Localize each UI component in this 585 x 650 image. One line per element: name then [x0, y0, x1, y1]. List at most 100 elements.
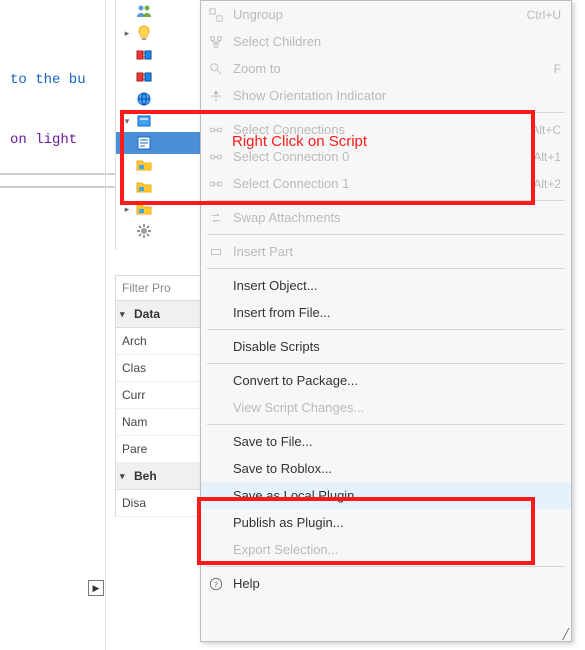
part-blue-icon [136, 113, 152, 129]
menu-item[interactable]: Insert Object... [201, 272, 571, 299]
help-icon: ? [207, 575, 225, 593]
menu-item: Select Connections Alt+C [201, 116, 571, 143]
conn-icon [207, 121, 225, 139]
insertpart-icon [207, 243, 225, 261]
blank-icon [207, 277, 225, 295]
menu-item-label: Save to Roblox... [233, 461, 553, 476]
menu-item[interactable]: Save to Roblox... [201, 455, 571, 482]
chevron-down-icon[interactable]: ▾ [122, 116, 132, 126]
menu-item[interactable]: Disable Scripts [201, 333, 571, 360]
menu-item-label: Help [233, 576, 553, 591]
children-icon [207, 33, 225, 51]
menu-item: Select Connection 1 Alt+2 [201, 170, 571, 197]
menu-separator [207, 329, 565, 330]
svg-text:?: ? [214, 579, 218, 589]
bulb-icon [136, 25, 152, 41]
menu-item-label: Insert Part [233, 244, 553, 259]
property-label: Nam [122, 415, 147, 429]
menu-item: View Script Changes... [201, 394, 571, 421]
chevron-right-icon[interactable]: ▸ [122, 204, 132, 214]
panel-expand-button[interactable]: ▶ [88, 580, 104, 596]
menu-separator [207, 268, 565, 269]
section-label: Beh [134, 469, 157, 483]
menu-item-label: View Script Changes... [233, 400, 553, 415]
menu-item: Zoom toF [201, 55, 571, 82]
menu-item[interactable]: Publish as Plugin... [201, 509, 571, 536]
menu-item-label: Swap Attachments [233, 210, 553, 225]
blank-icon [207, 304, 225, 322]
menu-item-label: Insert Object... [233, 278, 553, 293]
menu-item-label: Save as Local Plugin... [233, 488, 553, 503]
menu-item-label: Select Connections [233, 122, 523, 137]
code-token: on light [10, 132, 86, 148]
people-icon [136, 3, 152, 19]
part-red-icon [136, 47, 152, 63]
menu-item-shortcut: Alt+1 [533, 150, 561, 164]
menu-item: Show Orientation Indicator [201, 82, 571, 109]
menu-item[interactable]: Insert from File... [201, 299, 571, 326]
menu-item-label: Show Orientation Indicator [233, 88, 553, 103]
menu-item-shortcut: Ctrl+U [527, 8, 561, 22]
code-token: to the bu [10, 72, 86, 88]
menu-item-label: Export Selection... [233, 542, 553, 557]
blank-icon [207, 514, 225, 532]
ungroup-icon [207, 6, 225, 24]
property-label: Pare [122, 442, 147, 456]
blank-icon [207, 338, 225, 356]
chevron-right-icon[interactable]: ▸ [122, 28, 132, 38]
menu-separator [207, 112, 565, 113]
menu-item: Export Selection... [201, 536, 571, 563]
section-label: Data [134, 307, 160, 321]
menu-separator [207, 234, 565, 235]
resize-handle-icon: / [563, 624, 581, 642]
menu-item-label: Save to File... [233, 434, 553, 449]
menu-item[interactable]: Save as Local Plugin... [201, 482, 571, 509]
property-label: Curr [122, 388, 145, 402]
menu-item-shortcut: Alt+2 [533, 177, 561, 191]
menu-item: Ungroup Ctrl+U [201, 1, 571, 28]
blank-icon [207, 399, 225, 417]
chevron-down-icon: ▾ [120, 309, 130, 320]
menu-item[interactable]: Convert to Package... [201, 367, 571, 394]
menu-item: Select Connection 0Alt+1 [201, 143, 571, 170]
menu-separator [207, 200, 565, 201]
menu-item-label: Insert from File... [233, 305, 553, 320]
code-editor-snippet: to the bu on light [10, 30, 86, 190]
menu-item[interactable]: Save to File... [201, 428, 571, 455]
orient-icon [207, 87, 225, 105]
property-label: Arch [122, 334, 147, 348]
property-label: Disa [122, 496, 146, 510]
menu-separator [207, 424, 565, 425]
blank-icon [207, 433, 225, 451]
panel-divider [105, 0, 106, 650]
chevron-down-icon: ▾ [120, 471, 130, 482]
menu-item: Swap Attachments [201, 204, 571, 231]
menu-item-shortcut: F [554, 62, 561, 76]
menu-item-label: Disable Scripts [233, 339, 553, 354]
property-label: Clas [122, 361, 146, 375]
menu-item-label: Select Children [233, 34, 553, 49]
panel-divider [0, 173, 115, 175]
menu-item: Insert Part [201, 238, 571, 265]
menu-item-label: Ungroup [233, 7, 519, 22]
zoom-icon [207, 60, 225, 78]
script-icon [136, 135, 152, 151]
globe-icon [136, 91, 152, 107]
menu-separator [207, 363, 565, 364]
cog-icon [136, 223, 152, 239]
blank-icon [207, 460, 225, 478]
menu-item: Select Children [201, 28, 571, 55]
menu-item-label: Select Connection 1 [233, 176, 525, 191]
menu-item-shortcut: Alt+C [531, 123, 561, 137]
menu-item[interactable]: ? Help [201, 570, 571, 597]
part-red-icon [136, 69, 152, 85]
context-menu[interactable]: Ungroup Ctrl+U Select Children Zoom toF Show… [200, 0, 572, 642]
swap-icon [207, 209, 225, 227]
folder-icon [136, 157, 152, 173]
panel-divider [0, 186, 115, 188]
menu-item-label: Publish as Plugin... [233, 515, 553, 530]
menu-item-label: Convert to Package... [233, 373, 553, 388]
blank-icon [207, 372, 225, 390]
conn-icon [207, 175, 225, 193]
blank-icon [207, 487, 225, 505]
